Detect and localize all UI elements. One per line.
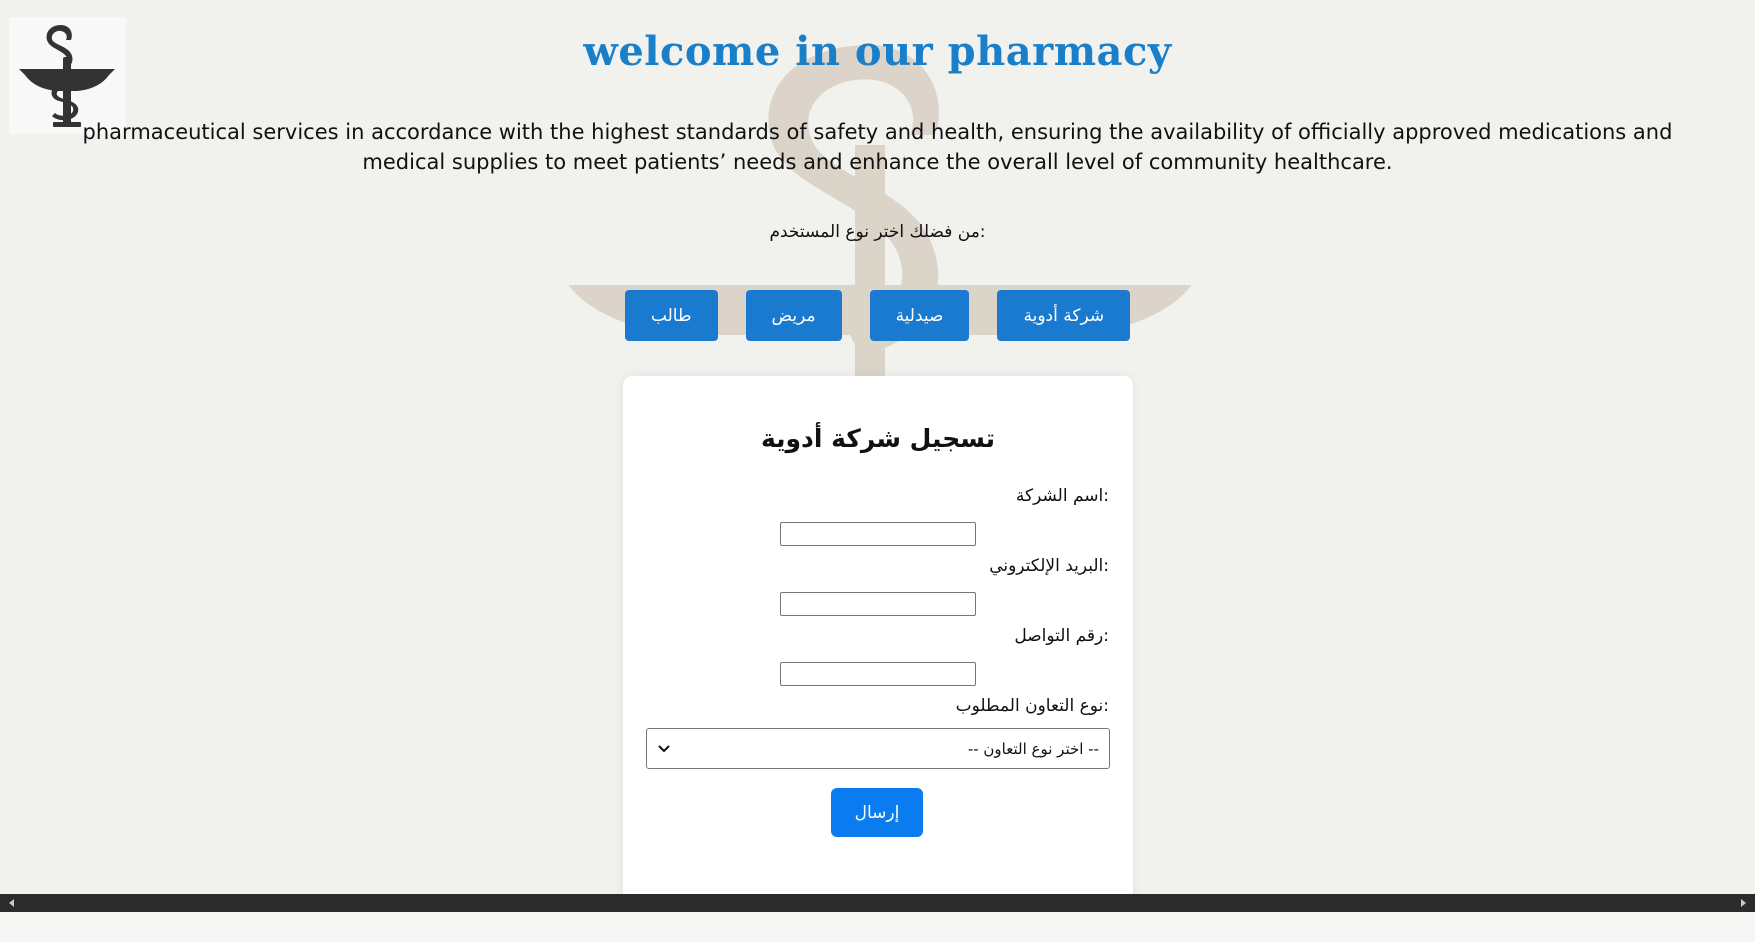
company-name-input[interactable] <box>780 522 976 546</box>
company-name-label: :اسم الشركة <box>1015 486 1109 506</box>
cooperation-type-label: :نوع التعاون المطلوب <box>955 696 1109 716</box>
registration-form: تسجيل شركة أدوية :اسم الشركة :البريد الإ… <box>623 376 1133 918</box>
pharma-company-button[interactable]: شركة أدوية <box>997 290 1131 341</box>
page-title: welcome in our pharmacy <box>583 28 1172 75</box>
user-type-prompt: :من فضلك اختر نوع المستخدم <box>769 222 986 242</box>
pharmacy-button[interactable]: صيدلية <box>869 290 970 341</box>
submit-button[interactable]: إرسال <box>831 788 923 837</box>
scroll-arrow-left-icon[interactable] <box>6 897 18 909</box>
contact-number-input[interactable] <box>780 662 976 686</box>
contact-number-label: :رقم التواصل <box>1014 626 1109 646</box>
student-button[interactable]: طالب <box>624 290 718 341</box>
page-description: pharmaceutical services in accordance wi… <box>82 120 1673 174</box>
page-bottom-area <box>0 912 1755 942</box>
cooperation-type-select-wrapper: -- اختر نوع التعاون -- <box>646 728 1110 769</box>
patient-button[interactable]: مريض <box>745 290 842 341</box>
scroll-arrow-right-icon[interactable] <box>1737 897 1749 909</box>
user-type-button-group: شركة أدوية صيدلية مريض طالب <box>0 290 1755 341</box>
cooperation-type-select[interactable]: -- اختر نوع التعاون -- <box>646 728 1110 769</box>
email-input[interactable] <box>780 592 976 616</box>
email-label: :البريد الإلكتروني <box>989 556 1109 576</box>
form-title: تسجيل شركة أدوية <box>760 424 996 453</box>
horizontal-scrollbar[interactable] <box>0 894 1755 912</box>
